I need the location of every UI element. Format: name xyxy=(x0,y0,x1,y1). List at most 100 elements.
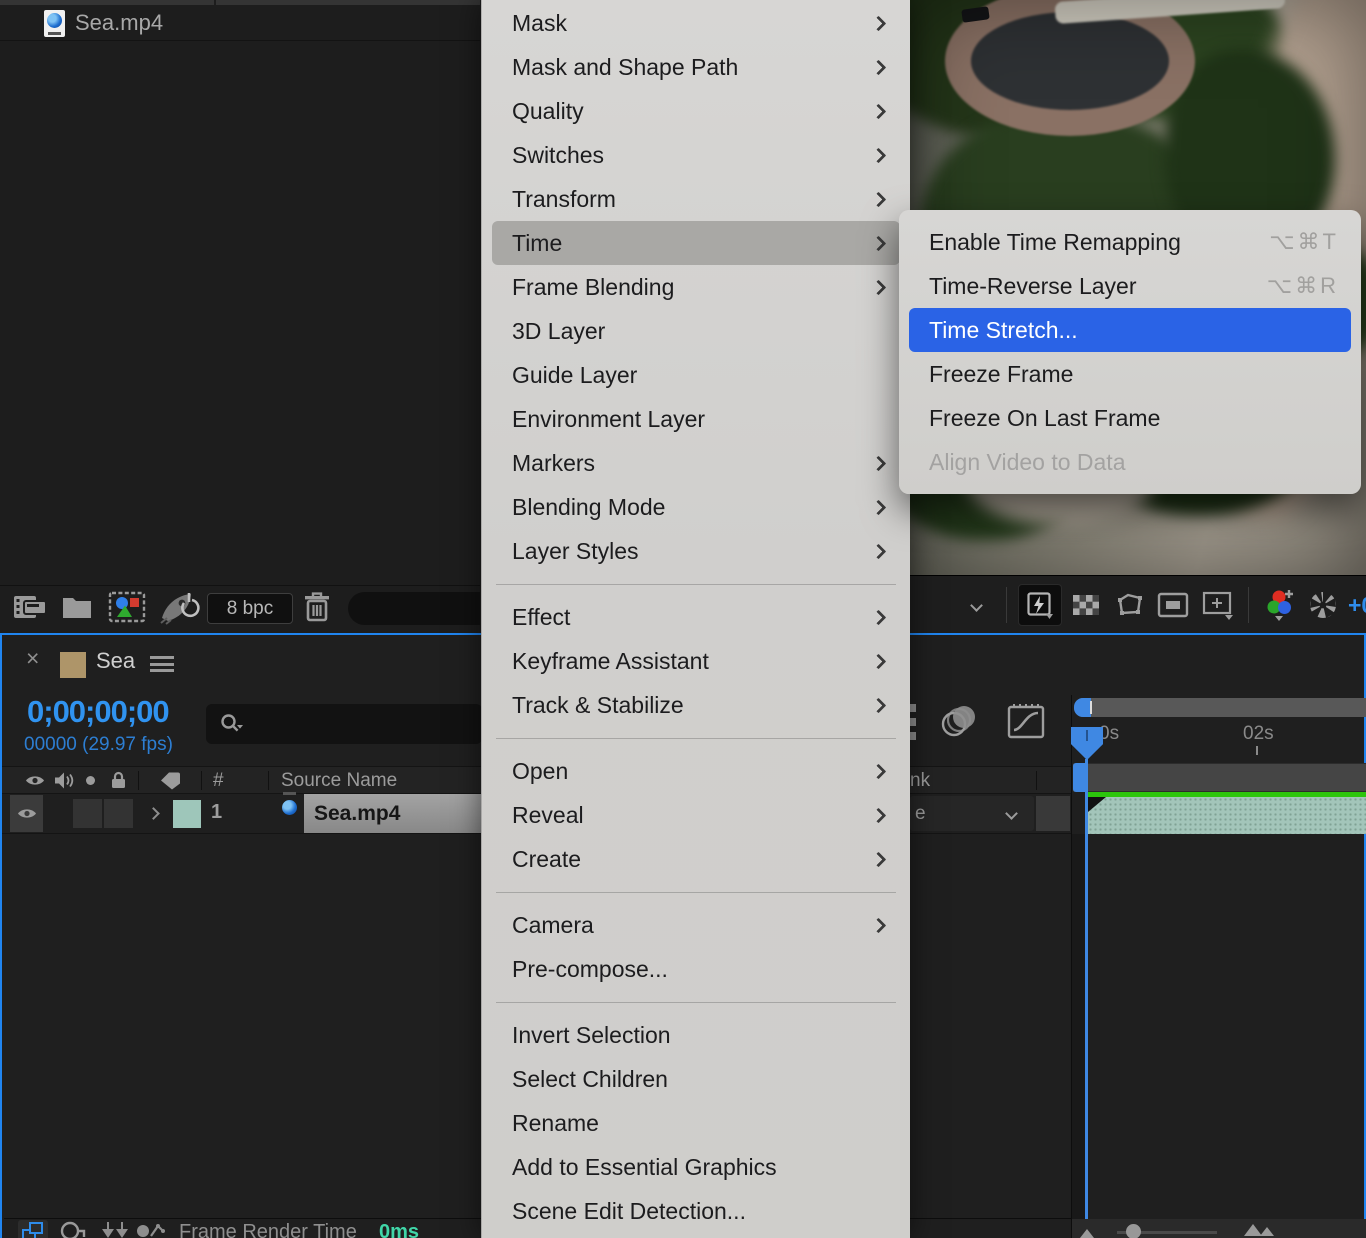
channel-settings-button[interactable] xyxy=(1266,576,1298,634)
layer-index: 1 xyxy=(211,801,222,824)
bit-depth-button[interactable]: 8 bpc xyxy=(207,593,293,624)
parent-link-column-fragment[interactable]: nk xyxy=(910,770,930,792)
render-dot-icon[interactable] xyxy=(136,1221,166,1238)
interpret-footage-button[interactable] xyxy=(12,592,48,622)
parent-pickwhip-cell[interactable] xyxy=(1036,796,1070,831)
menu-item-mask[interactable]: Mask xyxy=(482,1,910,45)
rgb-channels-icon xyxy=(1266,588,1298,622)
menu-item-label: Open xyxy=(512,758,873,785)
zoom-in-mountains-icon[interactable] xyxy=(1244,1223,1274,1238)
submenu-item-freeze-on-last-frame[interactable]: Freeze On Last Frame xyxy=(899,396,1361,440)
menu-item-rename[interactable]: Rename xyxy=(482,1101,910,1145)
menu-item-label: Mask and Shape Path xyxy=(512,54,873,81)
playhead-handle[interactable] xyxy=(1071,727,1103,760)
tab-comp-title[interactable]: Sea xyxy=(96,648,135,674)
shortcut-label: ⌥⌘T xyxy=(1269,229,1339,255)
menu-item-3d-layer[interactable]: 3D Layer xyxy=(482,309,910,353)
menu-item-invert-selection[interactable]: Invert Selection xyxy=(482,1013,910,1057)
submenu-item-enable-time-remapping[interactable]: Enable Time Remapping ⌥⌘T xyxy=(899,220,1361,264)
update-arrows-icon[interactable] xyxy=(99,1221,129,1238)
layer-expand-chevron[interactable] xyxy=(149,805,158,823)
parent-link-dropdown[interactable]: e xyxy=(910,796,1034,831)
menu-item-markers[interactable]: Markers xyxy=(482,441,910,485)
work-area-bar[interactable] xyxy=(1073,763,1366,792)
mini-flowchart-button[interactable] xyxy=(18,1220,48,1238)
region-of-interest-button[interactable] xyxy=(1113,576,1145,634)
graph-editor-icon[interactable] xyxy=(1006,700,1046,740)
track-left-gutter xyxy=(1072,834,1085,1220)
tab-close-button[interactable]: × xyxy=(26,645,39,672)
timeline-navigator-bar[interactable] xyxy=(1074,698,1366,717)
render-queue-button[interactable] xyxy=(158,590,202,626)
delete-item-button[interactable] xyxy=(303,591,331,623)
menu-item-time[interactable]: Time xyxy=(492,221,900,265)
submenu-chevron-icon xyxy=(871,15,887,31)
menu-item-quality[interactable]: Quality xyxy=(482,89,910,133)
navigator-start-handle[interactable] xyxy=(1074,698,1091,717)
menu-item-guide-layer[interactable]: Guide Layer xyxy=(482,353,910,397)
project-search-capsule[interactable] xyxy=(348,592,480,625)
solo-column-icon[interactable] xyxy=(86,776,95,785)
menu-item-layer-styles[interactable]: Layer Styles xyxy=(482,529,910,573)
submenu-chevron-icon xyxy=(871,499,887,515)
panel-menu-icon[interactable] xyxy=(150,656,174,672)
layer-row-selected[interactable]: Sea.mp4 xyxy=(304,794,482,833)
folder-icon xyxy=(62,595,92,619)
new-folder-button[interactable] xyxy=(62,595,92,619)
layer-bar-notch xyxy=(1088,797,1106,812)
menu-item-select-children[interactable]: Select Children xyxy=(482,1057,910,1101)
submenu-item-time-reverse-layer[interactable]: Time-Reverse Layer ⌥⌘R xyxy=(899,264,1361,308)
snapshot-icon[interactable] xyxy=(60,1221,86,1238)
layer-number-column[interactable]: # xyxy=(213,770,224,792)
layer-lock-cell[interactable] xyxy=(104,799,133,828)
menu-item-blending-mode[interactable]: Blending Mode xyxy=(482,485,910,529)
new-composition-button[interactable] xyxy=(108,591,146,623)
project-item-row[interactable]: Sea.mp4 xyxy=(0,6,480,41)
layer-duration-bar[interactable] xyxy=(1088,797,1366,834)
source-name-column[interactable]: Source Name xyxy=(281,770,397,792)
guides-button[interactable] xyxy=(1157,576,1189,634)
interpret-footage-icon xyxy=(12,592,48,622)
menu-item-track-stabilize[interactable]: Track & Stabilize xyxy=(482,683,910,727)
video-column-eye-icon[interactable] xyxy=(25,774,45,787)
ruler-label-2s[interactable]: 02s xyxy=(1243,723,1274,745)
menu-item-keyframe-assistant[interactable]: Keyframe Assistant xyxy=(482,639,910,683)
region-capture-button[interactable] xyxy=(1201,576,1235,634)
layer-solo-cell[interactable] xyxy=(73,799,102,828)
submenu-item-align-video-to-data[interactable]: Align Video to Data xyxy=(899,440,1361,484)
lock-column-icon[interactable] xyxy=(111,771,126,789)
menu-item-mask-and-shape-path[interactable]: Mask and Shape Path xyxy=(482,45,910,89)
menu-item-add-to-essential-graphics[interactable]: Add to Essential Graphics xyxy=(482,1145,910,1189)
menu-item-camera[interactable]: Camera xyxy=(482,903,910,947)
timeline-search-field[interactable] xyxy=(206,704,482,744)
zoom-slider-knob[interactable] xyxy=(1126,1224,1141,1238)
menu-item-environment-layer[interactable]: Environment Layer xyxy=(482,397,910,441)
exposure-value[interactable]: +0 xyxy=(1348,576,1366,634)
zoom-out-mountain-icon[interactable] xyxy=(1080,1225,1094,1238)
chevron-down-icon xyxy=(1005,807,1018,820)
motion-blur-icon[interactable] xyxy=(940,705,980,739)
submenu-item-time-stretch[interactable]: Time Stretch... xyxy=(909,308,1351,352)
menu-item-effect[interactable]: Effect xyxy=(482,595,910,639)
menu-item-pre-compose[interactable]: Pre-compose... xyxy=(482,947,910,991)
layer-label-swatch[interactable] xyxy=(173,800,201,828)
menu-item-scene-edit-detection[interactable]: Scene Edit Detection... xyxy=(482,1189,910,1233)
audio-column-speaker-icon[interactable] xyxy=(54,772,74,789)
exposure-button[interactable] xyxy=(1308,576,1338,634)
menu-item-create[interactable]: Create xyxy=(482,837,910,881)
view-options-dropdown[interactable] xyxy=(972,576,981,634)
comp-color-swatch[interactable] xyxy=(60,652,86,678)
current-time-display[interactable]: 0;00;00;00 xyxy=(27,694,169,730)
menu-item-switches[interactable]: Switches xyxy=(482,133,910,177)
menu-item-frame-blending[interactable]: Frame Blending xyxy=(482,265,910,309)
layer-visibility-toggle[interactable] xyxy=(10,795,43,832)
menu-item-open[interactable]: Open xyxy=(482,749,910,793)
menu-item-transform[interactable]: Transform xyxy=(482,177,910,221)
menu-item-reveal[interactable]: Reveal xyxy=(482,793,910,837)
label-column-tag-icon[interactable] xyxy=(159,771,183,790)
playhead-line[interactable] xyxy=(1085,759,1088,1220)
submenu-chevron-icon xyxy=(871,103,887,119)
submenu-item-freeze-frame[interactable]: Freeze Frame xyxy=(899,352,1361,396)
transparency-grid-button[interactable] xyxy=(1073,576,1099,634)
fast-preview-button[interactable] xyxy=(1018,584,1062,626)
